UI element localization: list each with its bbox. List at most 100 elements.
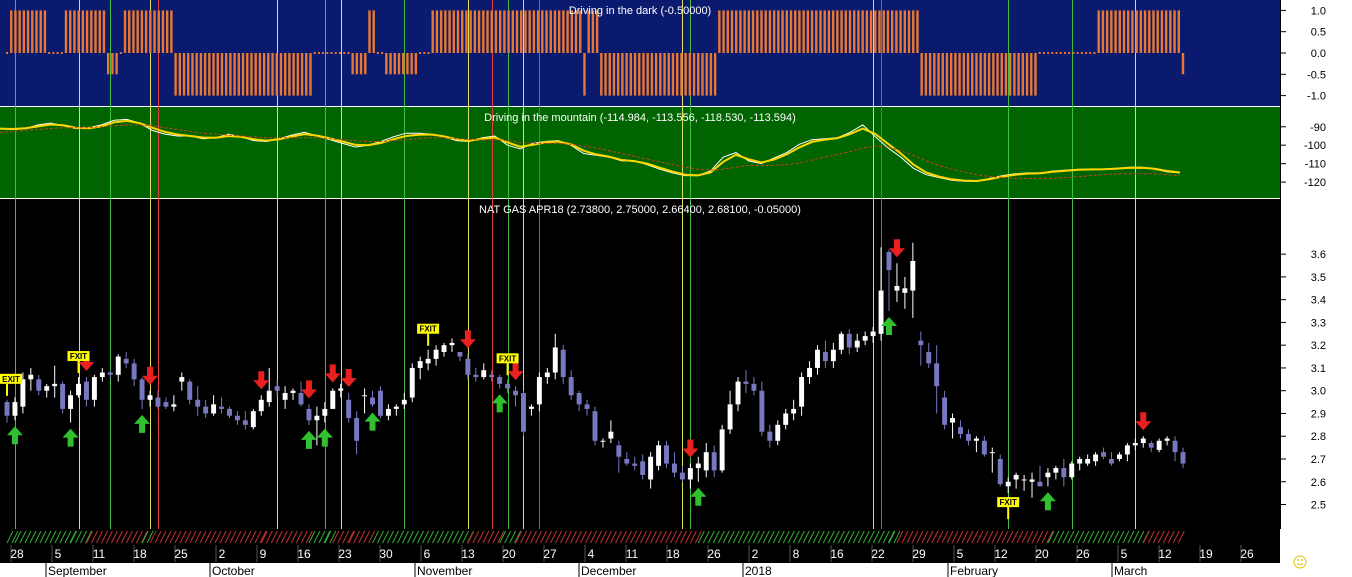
month-label-2: November (417, 564, 472, 577)
dark-bar-274 (1160, 10, 1164, 53)
date-label-24: 12 (994, 547, 1008, 561)
dark-bar-271 (1148, 10, 1151, 53)
dark-bar-215 (912, 10, 915, 53)
dark-bar-54 (233, 53, 236, 96)
dark-bar-276 (1169, 10, 1172, 53)
dark-bar-35 (153, 10, 156, 53)
date-label-19: 8 (793, 547, 800, 561)
dark-bar-211 (895, 10, 898, 53)
dark-bar-167 (709, 53, 713, 96)
dark-bar-162 (688, 53, 692, 96)
dark-bar-113 (482, 10, 485, 53)
dark-bar-99 (423, 52, 426, 54)
dark-bar-228 (966, 53, 970, 96)
dark-bar-234 (992, 53, 995, 96)
dark-bar-267 (1131, 10, 1134, 53)
dark-bar-91 (389, 53, 392, 75)
dark-bar-229 (971, 53, 974, 96)
svg-text:FXIT: FXIT (419, 325, 436, 334)
dark-bar-46 (199, 53, 203, 96)
dark-bar-52 (224, 53, 228, 96)
dark-bar-37 (161, 10, 165, 53)
y-tick-label-1-3: -120 (1304, 177, 1326, 189)
dark-bar-115 (490, 10, 493, 53)
svg-text:FXIT: FXIT (499, 354, 516, 363)
y-tick-label-0-3: -0.5 (1307, 69, 1326, 81)
dark-bar-270 (1143, 10, 1147, 53)
dark-bar-58 (250, 53, 253, 96)
dark-bar-83 (355, 53, 359, 75)
dark-bar-230 (975, 53, 978, 96)
y-tick-label-2-9: 3.4 (1311, 295, 1326, 307)
dark-bar-275 (1164, 10, 1168, 53)
dark-bar-75 (322, 52, 325, 54)
dark-bar-206 (874, 10, 877, 53)
y-tick-label-1-2: -110 (1305, 159, 1326, 171)
dark-bar-261 (1105, 10, 1109, 53)
dark-bar-199 (844, 10, 847, 53)
date-label-28: 12 (1158, 547, 1172, 561)
dark-bar-164 (697, 53, 700, 96)
dark-bar-150 (638, 53, 641, 96)
dark-bar-251 (1063, 52, 1066, 54)
candle-125 (997, 454, 1003, 487)
dark-bar-219 (928, 53, 932, 96)
mountain-panel-title: Driving in the mountain (-114.984, -113.… (484, 112, 796, 124)
dark-bar-67 (288, 53, 291, 96)
dark-bar-156 (663, 53, 666, 96)
dark-bar-166 (705, 53, 708, 96)
dark-bar-212 (899, 10, 902, 53)
dark-bar-236 (1000, 53, 1003, 96)
dark-bar-279 (1181, 53, 1185, 75)
dark-bar-123 (524, 10, 527, 53)
date-label-0: 28 (10, 547, 24, 561)
dark-bar-186 (789, 10, 793, 53)
dark-bar-106 (452, 10, 455, 53)
dark-bar-79 (338, 52, 341, 54)
dark-bar-248 (1051, 52, 1054, 54)
dark-panel-title: Driving in the dark (-0.50000) (569, 5, 711, 17)
y-tick-label-2-4: 2.9 (1311, 408, 1326, 420)
dark-bar-97 (414, 53, 418, 75)
dark-bar-175 (743, 10, 746, 53)
dark-bar-235 (996, 53, 999, 96)
dark-bar-129 (549, 10, 552, 53)
date-label-8: 23 (338, 547, 352, 561)
dark-bar-73 (313, 52, 316, 54)
dark-bar-249 (1055, 52, 1058, 54)
dark-bar-153 (650, 53, 654, 96)
dark-bar-179 (760, 10, 763, 53)
dark-bar-25 (111, 53, 114, 75)
dark-bar-119 (507, 10, 510, 53)
dark-bar-102 (435, 10, 439, 53)
month-label-0: September (48, 564, 107, 577)
dark-bar-116 (494, 10, 498, 53)
dark-bar-159 (675, 53, 679, 96)
y-tick-label-2-0: 2.5 (1311, 500, 1326, 512)
dark-bar-18 (81, 10, 85, 53)
dark-bar-152 (646, 53, 649, 96)
dark-bar-208 (882, 10, 885, 53)
dark-bar-273 (1156, 10, 1159, 53)
dark-bar-23 (102, 10, 106, 53)
candle-90 (719, 424, 725, 473)
dark-bar-101 (431, 10, 434, 53)
dark-bar-238 (1008, 53, 1012, 96)
dark-bar-59 (254, 53, 257, 96)
date-label-6: 9 (260, 547, 267, 561)
dark-bar-260 (1101, 10, 1105, 53)
dark-bar-256 (1085, 52, 1088, 54)
dark-bar-209 (886, 10, 890, 53)
date-label-27: 5 (1121, 547, 1128, 561)
dark-bar-227 (962, 53, 966, 96)
dark-bar-147 (625, 53, 628, 96)
dark-bar-88 (376, 52, 379, 54)
date-label-18: 2 (752, 547, 759, 561)
dark-bar-34 (149, 10, 152, 53)
dark-bar-197 (836, 10, 839, 53)
dark-bar-169 (718, 10, 721, 53)
dark-bar-242 (1025, 53, 1029, 96)
dark-bar-243 (1030, 53, 1033, 96)
dark-bar-194 (823, 10, 826, 53)
dark-bar-19 (85, 10, 89, 53)
